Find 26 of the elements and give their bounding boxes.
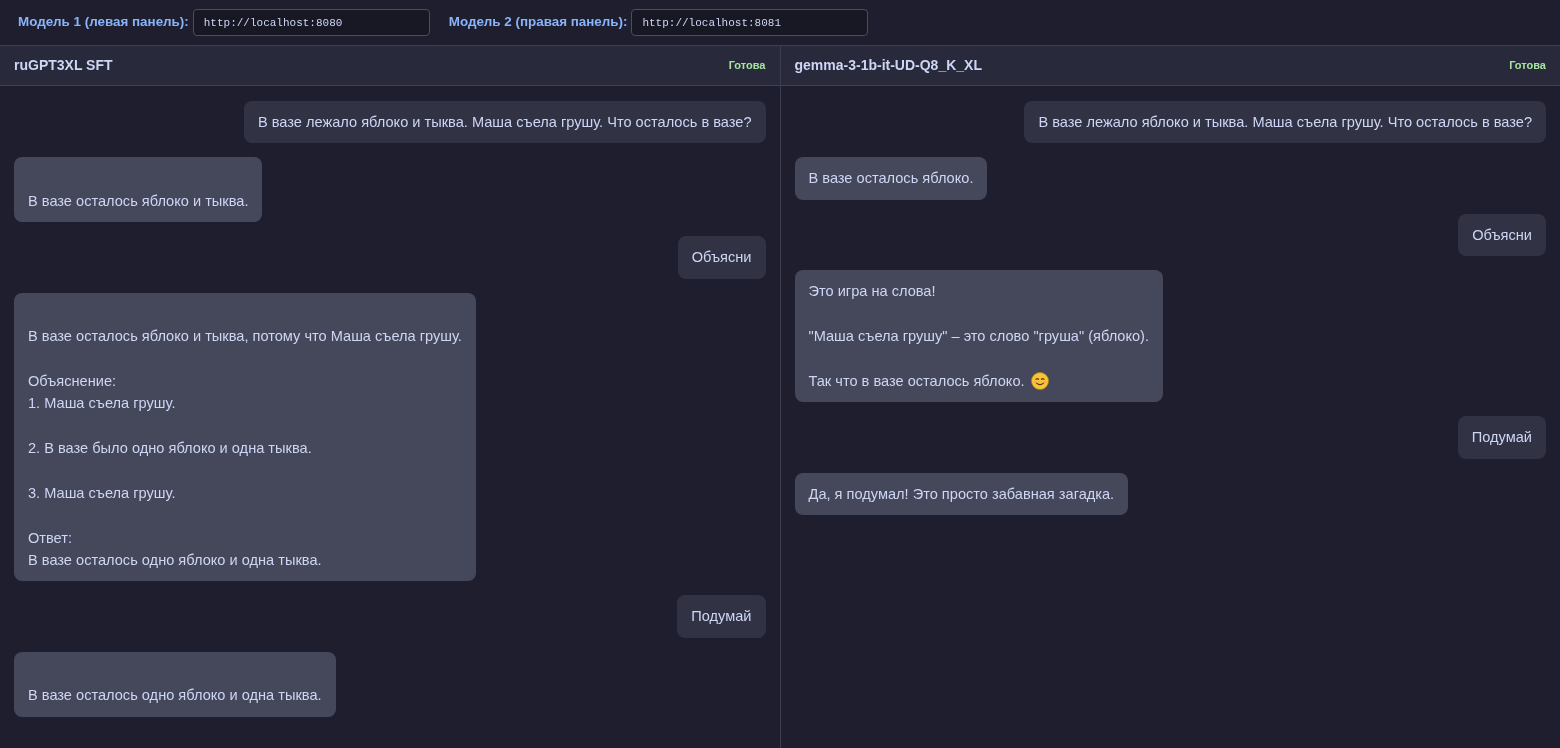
message-text: 2. В вазе было одно яблоко и одна тыква. (28, 439, 313, 459)
message-text: В вазе осталось яблоко. (808, 169, 974, 189)
message-text: "Маша съела грушу" – это слово "груша" (яблоко). (808, 327, 1150, 346)
model-label: Модель 2 (правая панель): (448, 13, 628, 32)
model-name: gemma-3-1b-it-UD-Q8_K_XL (794, 56, 982, 75)
message-text: Подумай (691, 607, 752, 627)
message-text: Подумай (1471, 428, 1532, 448)
message-text: В вазе лежало яблоко и тыква. Маша съела грушу. Что осталось в вазе? (1038, 113, 1532, 132)
message-text: В вазе осталось яблоко и тыква. (28, 191, 249, 211)
message-text: Это игра на слова! (808, 282, 937, 302)
status-label: Готова (1509, 58, 1546, 74)
model-label: Модель 1 (левая панель): (18, 13, 189, 32)
message-text: 3. Маша съела грушу. (28, 483, 177, 503)
message-text: Так что в вазе осталось яблоко. (808, 371, 1025, 391)
message-text: Объяснение: 1. Маша съела грушу. (28, 371, 177, 414)
url-field[interactable]: http://localhost:8080 (192, 9, 430, 36)
status-label: Готова (728, 58, 766, 74)
message-text: Объясни (691, 248, 752, 268)
message-text: В вазе осталось одно яблоко и одна тыква. (28, 686, 322, 706)
message-text: В вазе осталось яблоко и тыква, потому что Маша съела грушу. (28, 327, 462, 347)
message-text: Ответ: В вазе осталось одно яблоко и одна тыква. (28, 528, 323, 571)
url-field[interactable]: http://localhost:8081 (631, 9, 869, 36)
message-text: В вазе лежало яблоко и тыква. Маша съела грушу. Что осталось в вазе? (257, 113, 752, 132)
message-text: Объясни (1472, 225, 1532, 245)
model-name: ruGPT3XL SFT (14, 56, 113, 75)
message-text: Да, я подумал! Это просто забавная загадка. (808, 484, 1115, 504)
